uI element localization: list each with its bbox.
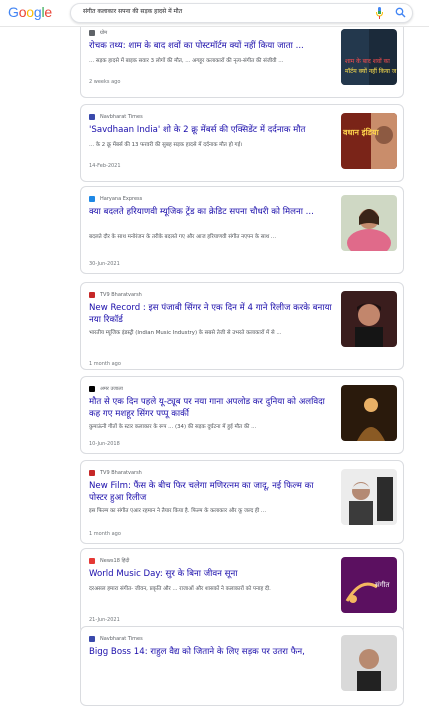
thumbnail-image: संगीत [341,557,397,613]
source-name: Haryana Express [100,196,143,202]
result-source[interactable]: News18 हिंदी [89,557,129,565]
result-card[interactable]: TV9 Bharatvarsh New Record : इस पंजाबी सि… [80,282,404,370]
logo-letter: o [26,4,34,20]
search-box[interactable]: संगीत कलाकार सपना की सड़क हादसे में मौत [70,3,413,23]
result-date: 14-Feb-2021 [89,163,121,169]
thumbnail-image: शाम के बाद शवों का मॉर्टम क्यों नहीं किया… [341,29,397,85]
thumbnail-image [341,291,397,347]
result-card[interactable]: Navbharat Times Bigg Boss 14: राहुल वैद्य… [80,626,404,706]
result-source[interactable]: TV9 Bharatvarsh [89,291,142,299]
result-title[interactable]: क्या बदलते हरियाणवी म्यूजिक ट्रेंड का क्… [89,206,333,218]
source-name: Navbharat Times [100,114,143,120]
result-title[interactable]: मौत से एक दिन पहले यू-ट्यूब पर नया गाना … [89,396,333,420]
result-card[interactable]: ग्रोम रोचक तथ्य: शाम के बाद शवों का पोस्ट… [80,20,404,98]
result-card[interactable]: अमर उजाला मौत से एक दिन पहले यू-ट्यूब पर … [80,376,404,454]
result-title[interactable]: World Music Day: सुर के बिना जीवन सूना [89,568,333,580]
result-card[interactable]: TV9 Bharatvarsh New Film: फैंस के बीच फिर… [80,460,404,544]
result-card[interactable]: Haryana Express क्या बदलते हरियाणवी म्यूज… [80,186,404,274]
result-snippet: ... के 2 क्रू मेंबर्स की 13 फरवरी की सुब… [89,142,243,148]
source-name: News18 हिंदी [100,558,130,564]
search-icon[interactable] [395,7,406,18]
search-query[interactable]: संगीत कलाकार सपना की सड़क हादसे में मौत [83,7,182,15]
thumbnail-image [341,469,397,525]
result-title[interactable]: रोचक तथ्य: शाम के बाद शवों का पोस्टमॉर्ट… [89,40,333,52]
result-source[interactable]: ग्रोम [89,29,107,37]
result-thumbnail[interactable]: शाम के बाद शवों का मॉर्टम क्यों नहीं किया… [341,29,397,85]
result-date: 21-Jun-2021 [89,617,120,623]
thumbnail-image [341,195,397,251]
result-date: 1 month ago [89,361,121,367]
result-thumbnail[interactable] [341,195,397,251]
result-thumbnail[interactable] [341,385,397,441]
result-snippet: इस फिल्म का संगीत एआर रहमान ने तैयार किय… [89,508,267,514]
thumbnail-image [341,635,397,691]
result-title[interactable]: New Record : इस पंजाबी सिंगर ने एक दिन म… [89,302,333,326]
result-snippet: भारतीय म्यूजिक इंडस्ट्री (Indian Music I… [89,330,282,336]
result-source[interactable]: Navbharat Times [89,635,143,643]
result-thumbnail[interactable] [341,469,397,525]
mic-icon[interactable] [375,7,384,19]
result-date: 30-Jun-2021 [89,261,120,267]
result-source[interactable]: Haryana Express [89,195,142,203]
result-card[interactable]: News18 हिंदी World Music Day: सुर के बिना… [80,548,404,634]
thumb-text: वधान इंडिया [342,127,380,137]
result-date: 1 month ago [89,531,121,537]
logo-letter: G [8,4,19,20]
result-source[interactable]: TV9 Bharatvarsh [89,469,142,477]
result-snippet: दरअसल हमारा संगीत- जीवन, प्रकृति और ... … [89,586,271,592]
result-source[interactable]: Navbharat Times [89,113,143,121]
result-thumbnail[interactable]: संगीत [341,557,397,613]
favicon-icon [89,558,95,564]
result-thumbnail[interactable]: वधान इंडिया [341,113,397,169]
favicon-icon [89,30,95,36]
favicon-icon [89,292,95,298]
source-name: ग्रोम [100,30,108,36]
source-name: Navbharat Times [100,636,143,642]
favicon-icon [89,636,95,642]
top-bar: Google संगीत कलाकार सपना की सड़क हादसे म… [0,0,429,27]
google-logo[interactable]: Google [8,4,52,20]
logo-letter: g [33,4,42,20]
source-name: TV9 Bharatvarsh [100,470,142,476]
favicon-icon [89,386,95,392]
result-title[interactable]: 'Savdhaan India' शो के 2 क्रू मेंबर्स की… [89,124,333,136]
result-date: 10-Jun-2018 [89,441,120,447]
thumbnail-image [341,385,397,441]
result-date: 2 weeks ago [89,79,121,85]
result-thumbnail[interactable] [341,291,397,347]
result-snippet: बदलते दौर के साथ मनोरंजन के तरीके बदलते … [89,234,277,240]
result-card[interactable]: Navbharat Times 'Savdhaan India' शो के 2 … [80,104,404,182]
result-snippet: कुमाऊंनी गीतों के स्टार कलाकार के रूप ..… [89,424,257,430]
result-thumbnail[interactable] [341,635,397,691]
favicon-icon [89,470,95,476]
result-title[interactable]: Bigg Boss 14: राहुल वैद्य को जिताने के ल… [89,646,333,658]
logo-letter: o [18,4,27,20]
thumbnail-image: वधान इंडिया [341,113,397,169]
source-name: अमर उजाला [100,386,123,392]
result-source[interactable]: अमर उजाला [89,385,123,393]
thumb-text: संगीत [375,580,390,589]
thumb-text: शाम के बाद शवों का [345,57,390,65]
source-name: TV9 Bharatvarsh [100,292,142,298]
logo-letter: e [44,4,52,20]
favicon-icon [89,196,95,202]
thumb-text: मॉर्टम क्यों नहीं किया ज [345,67,397,75]
result-snippet: ... सड़क हादसे में बाइक सवार 3 लोगों की … [89,58,284,64]
favicon-icon [89,114,95,120]
result-title[interactable]: New Film: फैंस के बीच फिर चलेगा मणिरत्नम… [89,480,333,504]
